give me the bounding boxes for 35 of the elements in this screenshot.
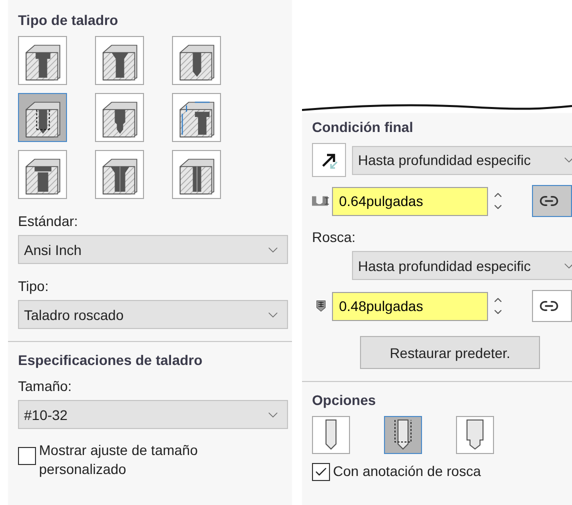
- hole-type-button[interactable]: [95, 36, 144, 85]
- field-label: Estándar:: [18, 213, 79, 229]
- end-condition-dropdown[interactable]: Hasta profundidad especific: [352, 146, 572, 174]
- thread-option-button[interactable]: [456, 416, 494, 454]
- checkbox[interactable]: [312, 462, 330, 480]
- link-button[interactable]: [532, 185, 572, 217]
- checkbox[interactable]: [18, 447, 36, 465]
- thread-dropdown[interactable]: Hasta profundidad especific: [352, 251, 572, 280]
- section-title: Especificaciones de taladro: [18, 352, 204, 368]
- hole-type-button[interactable]: [172, 36, 221, 85]
- checkbox-label: Mostrar ajuste de tamaño personalizado: [39, 441, 199, 479]
- hole-type-button[interactable]: [18, 36, 67, 85]
- checkbox-label: Con anotación de rosca: [333, 462, 481, 481]
- field-label: Tamaño:: [18, 378, 73, 394]
- hole-type-button[interactable]: [18, 150, 67, 199]
- section-title: Opciones: [312, 392, 377, 408]
- section-title: Tipo de taladro: [18, 12, 120, 28]
- standard-dropdown[interactable]: Ansi Inch: [18, 235, 288, 264]
- thread-option-button[interactable]: [312, 416, 350, 454]
- field-label: Rosca:: [312, 229, 357, 245]
- section-title: Condición final: [312, 119, 414, 135]
- reverse-direction-button[interactable]: [312, 143, 346, 177]
- hole-type-button[interactable]: [18, 93, 67, 142]
- field-label: Tipo:: [18, 278, 50, 294]
- reset-button[interactable]: Restaurar predeter.: [360, 336, 540, 369]
- type-dropdown[interactable]: Taladro roscado: [18, 300, 288, 329]
- thread-depth-input[interactable]: 0.48pulgadas: [332, 292, 488, 320]
- hole-type-button[interactable]: [95, 93, 144, 142]
- depth-input[interactable]: 0.64pulgadas: [332, 186, 488, 216]
- thread-option-button[interactable]: [384, 416, 422, 454]
- hole-type-button[interactable]: [172, 93, 221, 142]
- size-dropdown[interactable]: #10-32: [18, 400, 288, 429]
- hole-type-button[interactable]: [172, 150, 221, 199]
- hole-type-button[interactable]: [95, 150, 144, 199]
- link-button[interactable]: [532, 290, 572, 322]
